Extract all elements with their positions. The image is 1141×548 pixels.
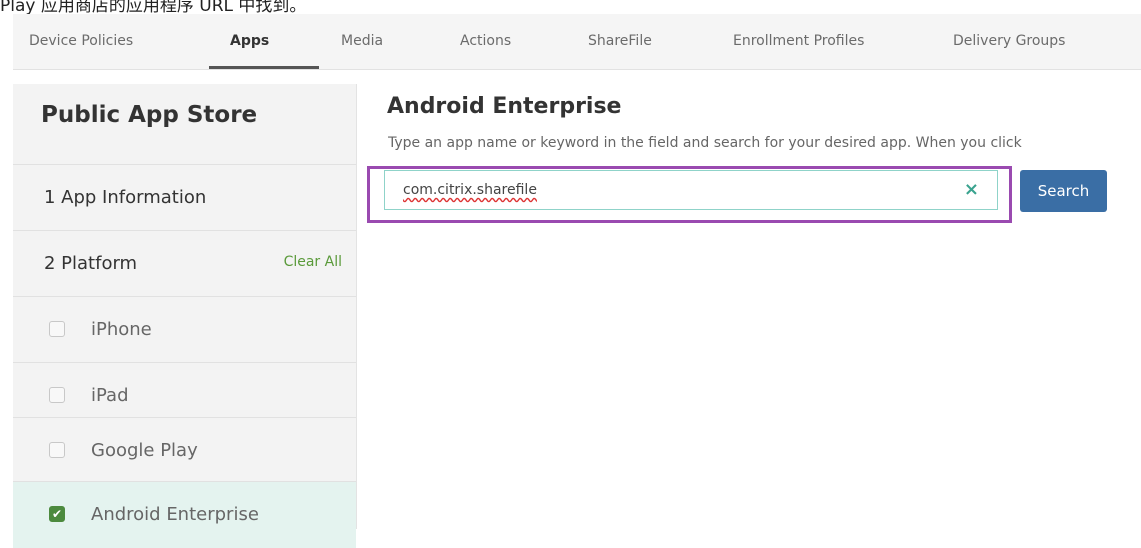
tab-device-policies[interactable]: Device Policies	[29, 14, 133, 69]
app-search-input[interactable]: com.citrix.sharefile ×	[384, 170, 998, 210]
platform-label: Google Play	[91, 440, 198, 461]
wizard-sidebar: Public App Store 1 App Information 2 Pla…	[13, 84, 357, 548]
top-navigation: Device Policies Apps Media Actions Share…	[13, 14, 1141, 70]
platform-iphone[interactable]: iPhone	[13, 296, 356, 363]
iphone-checkbox[interactable]	[49, 321, 65, 337]
platform-label: Android Enterprise	[91, 504, 259, 525]
tab-actions[interactable]: Actions	[460, 14, 511, 69]
ipad-checkbox[interactable]	[49, 387, 65, 403]
step-label: 1 App Information	[44, 187, 207, 208]
tab-sharefile[interactable]: ShareFile	[588, 14, 652, 69]
step-app-information[interactable]: 1 App Information	[13, 164, 356, 231]
platform-android-enterprise[interactable]: ✔ Android Enterprise	[13, 481, 356, 548]
platform-label: iPhone	[91, 319, 152, 340]
page-description: Type an app name or keyword in the field…	[388, 135, 1022, 151]
android-enterprise-checkbox[interactable]: ✔	[49, 506, 65, 522]
search-button[interactable]: Search	[1020, 170, 1107, 212]
search-input-value: com.citrix.sharefile	[403, 182, 537, 198]
tab-apps[interactable]: Apps	[230, 14, 269, 69]
page-title: Android Enterprise	[387, 94, 622, 119]
tab-delivery-groups[interactable]: Delivery Groups	[953, 14, 1065, 69]
platform-google-play[interactable]: Google Play	[13, 417, 356, 484]
tab-enrollment-profiles[interactable]: Enrollment Profiles	[733, 14, 864, 69]
clear-icon[interactable]: ×	[964, 171, 979, 209]
step-label: 2 Platform	[44, 253, 138, 274]
google-play-checkbox[interactable]	[49, 442, 65, 458]
clear-all-link[interactable]: Clear All	[284, 231, 342, 293]
step-platform[interactable]: 2 Platform Clear All	[13, 230, 356, 297]
tab-media[interactable]: Media	[341, 14, 383, 69]
sidebar-title: Public App Store	[41, 102, 258, 128]
active-tab-indicator	[209, 66, 319, 69]
